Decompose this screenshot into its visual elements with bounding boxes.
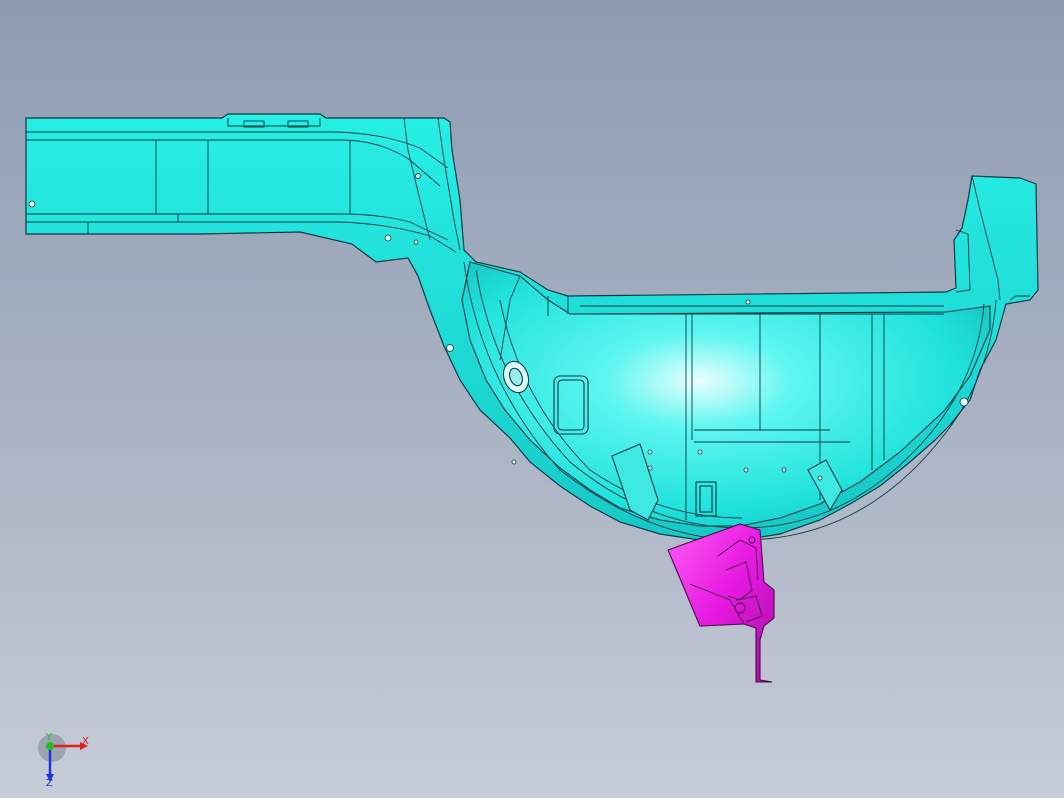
z-axis-label: Z: [46, 778, 53, 786]
bracket[interactable]: [667, 523, 775, 683]
cad-model[interactable]: [0, 0, 1064, 798]
y-axis-label: Y: [45, 732, 53, 743]
floor-rail-assembly[interactable]: [25, 113, 1039, 541]
axis-triad: X Y Z: [38, 732, 89, 786]
cad-viewport[interactable]: X Y Z: [0, 0, 1064, 798]
x-axis-label: X: [82, 736, 89, 747]
